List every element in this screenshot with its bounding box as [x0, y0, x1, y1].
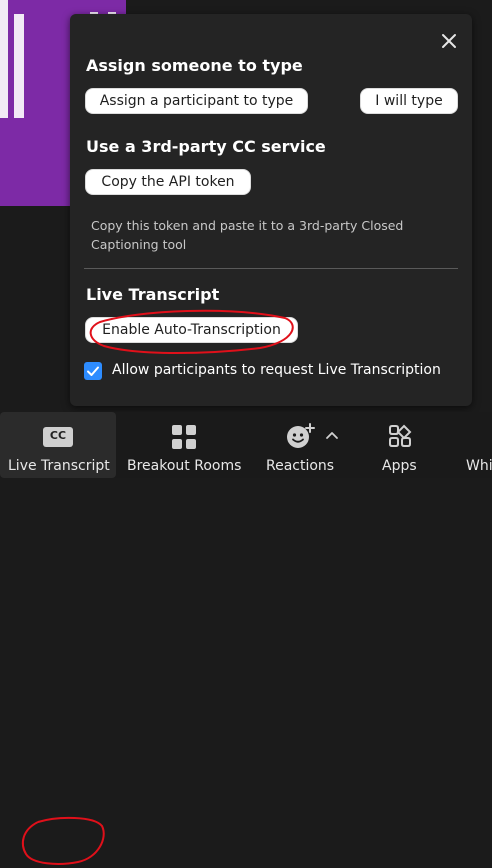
video-content: [14, 14, 24, 118]
cc-icon: CC: [42, 426, 74, 452]
live-transcript-label: Live Transcript: [8, 458, 110, 474]
allow-request-checkbox[interactable]: [84, 362, 102, 380]
chevron-up-icon[interactable]: [324, 430, 340, 446]
copy-api-token-button[interactable]: Copy the API token: [85, 169, 251, 195]
enable-auto-transcription-button[interactable]: Enable Auto-Transcription: [85, 317, 298, 343]
divider: [84, 268, 458, 269]
cc-badge-text: CC: [49, 429, 67, 442]
breakout-rooms-button[interactable]: Breakout Rooms: [125, 412, 243, 478]
red-annotation-circle: [21, 816, 105, 865]
live-transcript-button[interactable]: CC Live Transcript: [0, 412, 116, 478]
cc-service-section-title: Use a 3rd-party CC service: [86, 137, 326, 156]
whiteboards-button[interactable]: Whi: [460, 412, 492, 478]
reactions-label: Reactions: [266, 458, 335, 474]
reactions-icon: [286, 422, 316, 454]
whiteboards-label: Whi: [466, 458, 492, 474]
breakout-rooms-label: Breakout Rooms: [127, 458, 242, 474]
allow-request-label: Allow participants to request Live Trans…: [112, 362, 441, 378]
breakout-rooms-icon: [171, 424, 197, 454]
close-icon[interactable]: [438, 30, 460, 52]
video-content: [0, 0, 8, 118]
apps-button[interactable]: Apps: [372, 412, 428, 478]
apps-icon: [388, 424, 412, 452]
assign-participant-button[interactable]: Assign a participant to type: [85, 88, 308, 114]
check-icon: [87, 366, 99, 376]
live-transcript-section-title: Live Transcript: [86, 285, 220, 304]
closed-caption-popup: Assign someone to type Assign a particip…: [70, 14, 472, 406]
i-will-type-button[interactable]: I will type: [360, 88, 458, 114]
copy-token-note: Copy this token and paste it to a 3rd-pa…: [91, 218, 404, 252]
meeting-toolbar: CC Live Transcript Breakout Rooms Reacti…: [0, 412, 492, 865]
assign-section-title: Assign someone to type: [86, 56, 303, 75]
apps-label: Apps: [382, 458, 417, 474]
